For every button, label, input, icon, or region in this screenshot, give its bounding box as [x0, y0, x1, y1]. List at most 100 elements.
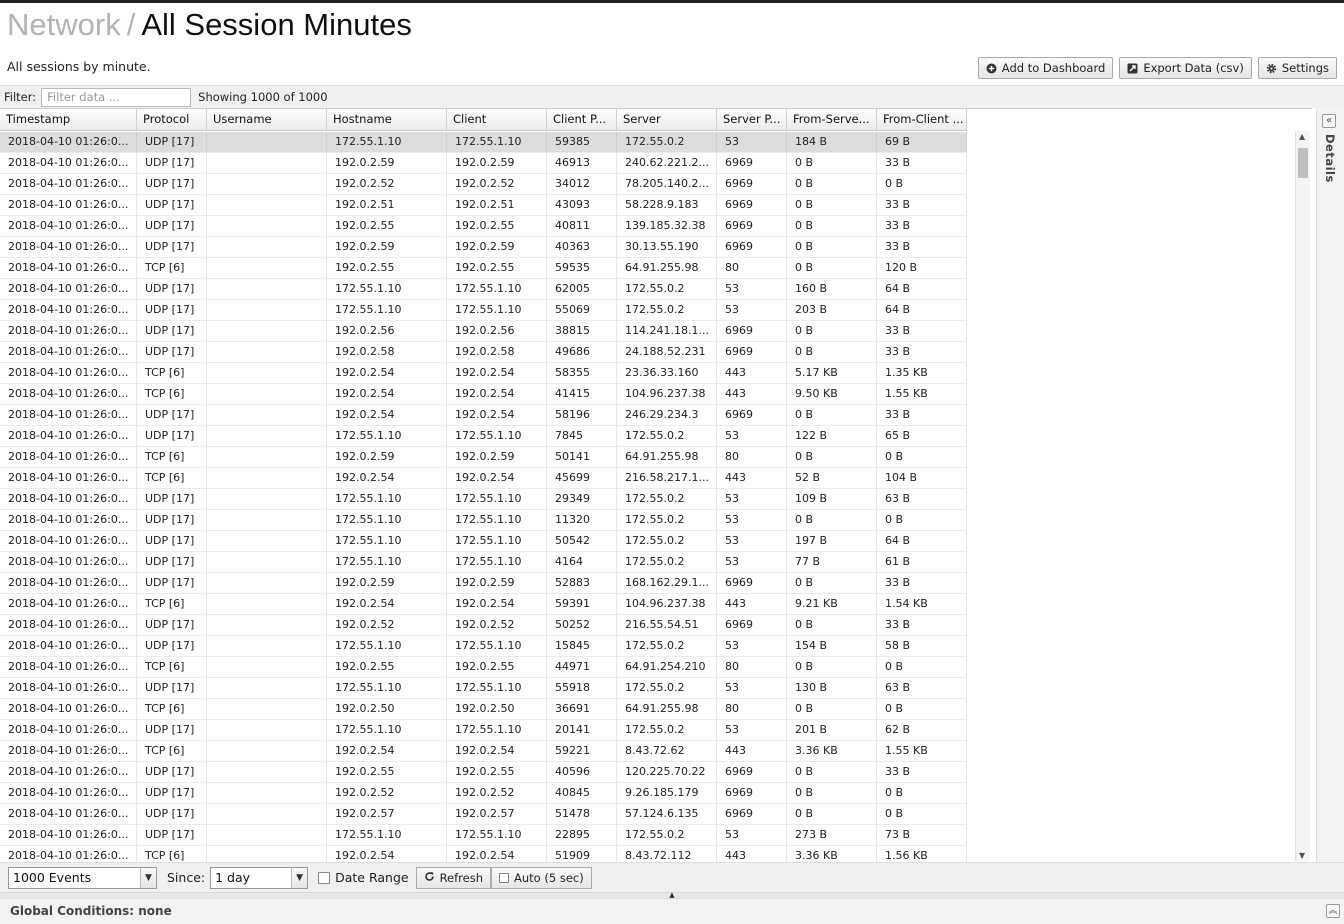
- cell-client: 172.55.1.10: [447, 552, 547, 572]
- column-header-username[interactable]: Username: [207, 109, 327, 131]
- refresh-button[interactable]: Refresh: [415, 866, 492, 889]
- table-row[interactable]: 2018-04-10 01:26:0... TCP [6] 192.0.2.55 19…: [0, 258, 967, 279]
- column-header-client[interactable]: Client: [447, 109, 547, 131]
- table-row[interactable]: 2018-04-10 01:26:0... TCP [6] 192.0.2.54 19…: [0, 468, 967, 489]
- table-row[interactable]: 2018-04-10 01:26:0... UDP [17] 192.0.2.54 1…: [0, 405, 967, 426]
- column-header-server[interactable]: Server: [617, 109, 717, 131]
- cell-username: [207, 783, 327, 803]
- scroll-up-icon[interactable]: ▲: [1299, 132, 1305, 141]
- table-row[interactable]: 2018-04-10 01:26:0... UDP [17] 192.0.2.58 1…: [0, 342, 967, 363]
- table-row[interactable]: 2018-04-10 01:26:0... UDP [17] 172.55.1.10…: [0, 132, 967, 153]
- cell-protocol: TCP [6]: [137, 699, 207, 719]
- cell-client-port: 59535: [547, 258, 617, 278]
- table-row[interactable]: 2018-04-10 01:26:0... TCP [6] 192.0.2.59 19…: [0, 447, 967, 468]
- cell-username: [207, 132, 327, 152]
- expand-details-icon[interactable]: «: [1322, 114, 1336, 128]
- table-row[interactable]: 2018-04-10 01:26:0... UDP [17] 172.55.1.10…: [0, 678, 967, 699]
- table-row[interactable]: 2018-04-10 01:26:0... UDP [17] 172.55.1.10…: [0, 300, 967, 321]
- table-row[interactable]: 2018-04-10 01:26:0... UDP [17] 172.55.1.10…: [0, 552, 967, 573]
- bottom-toolbar: 1000 Events ▼ Since: 1 day ▼ Date Range …: [0, 862, 1344, 892]
- cell-timestamp: 2018-04-10 01:26:0...: [0, 258, 137, 278]
- table-row[interactable]: 2018-04-10 01:26:0... UDP [17] 172.55.1.10…: [0, 489, 967, 510]
- column-header-from-client[interactable]: From-Client ...: [877, 109, 967, 131]
- column-header-client-port[interactable]: Client P...: [547, 109, 617, 131]
- table-row[interactable]: 2018-04-10 01:26:0... TCP [6] 192.0.2.54 19…: [0, 384, 967, 405]
- breadcrumb-network[interactable]: Network: [7, 7, 121, 43]
- cell-server: 114.241.18.1...: [617, 321, 717, 341]
- cell-timestamp: 2018-04-10 01:26:0...: [0, 657, 137, 677]
- column-header-hostname[interactable]: Hostname: [327, 109, 447, 131]
- grid-scrollbar[interactable]: ▲ ▼: [1295, 131, 1310, 861]
- table-row[interactable]: 2018-04-10 01:26:0... UDP [17] 192.0.2.55 1…: [0, 762, 967, 783]
- filter-input[interactable]: [41, 87, 192, 107]
- cell-timestamp: 2018-04-10 01:26:0...: [0, 321, 137, 341]
- table-row[interactable]: 2018-04-10 01:26:0... UDP [17] 192.0.2.59 1…: [0, 573, 967, 594]
- cell-client: 192.0.2.55: [447, 657, 547, 677]
- column-header-protocol[interactable]: Protocol: [137, 109, 207, 131]
- cell-server-port: 80: [717, 447, 787, 467]
- cell-hostname: 192.0.2.54: [327, 384, 447, 404]
- cell-protocol: UDP [17]: [137, 804, 207, 824]
- settings-button[interactable]: Settings: [1257, 57, 1337, 79]
- table-row[interactable]: 2018-04-10 01:26:0... UDP [17] 192.0.2.52 1…: [0, 783, 967, 804]
- details-label[interactable]: Details: [1323, 134, 1337, 183]
- table-row[interactable]: 2018-04-10 01:26:0... TCP [6] 192.0.2.55 19…: [0, 657, 967, 678]
- cell-from-client: 33 B: [877, 237, 967, 257]
- date-range-checkbox[interactable]: [318, 871, 331, 884]
- cell-from-client: 1.35 KB: [877, 363, 967, 383]
- cell-protocol: UDP [17]: [137, 300, 207, 320]
- column-header-timestamp[interactable]: Timestamp: [0, 109, 137, 131]
- export-csv-button[interactable]: Export Data (csv): [1119, 57, 1252, 79]
- table-row[interactable]: 2018-04-10 01:26:0... UDP [17] 172.55.1.10…: [0, 636, 967, 657]
- cell-server: 64.91.254.210: [617, 657, 717, 677]
- cell-client: 192.0.2.54: [447, 594, 547, 614]
- cell-client-port: 34012: [547, 174, 617, 194]
- details-panel: « Details: [1316, 108, 1344, 862]
- table-row[interactable]: 2018-04-10 01:26:0... UDP [17] 172.55.1.10…: [0, 531, 967, 552]
- cell-username: [207, 846, 327, 862]
- table-row[interactable]: 2018-04-10 01:26:0... UDP [17] 192.0.2.51 1…: [0, 195, 967, 216]
- scrollbar-thumb[interactable]: [1298, 148, 1308, 178]
- table-row[interactable]: 2018-04-10 01:26:0... UDP [17] 192.0.2.57 1…: [0, 804, 967, 825]
- cell-hostname: 172.55.1.10: [327, 510, 447, 530]
- table-row[interactable]: 2018-04-10 01:26:0... TCP [6] 192.0.2.54 19…: [0, 846, 967, 862]
- events-limit-select[interactable]: 1000 Events ▼: [8, 866, 157, 889]
- table-row[interactable]: 2018-04-10 01:26:0... TCP [6] 192.0.2.54 19…: [0, 594, 967, 615]
- double-chevron-icon[interactable]: ︽: [1326, 904, 1340, 918]
- table-row[interactable]: 2018-04-10 01:26:0... UDP [17] 192.0.2.56 1…: [0, 321, 967, 342]
- table-row[interactable]: 2018-04-10 01:26:0... UDP [17] 172.55.1.10…: [0, 510, 967, 531]
- cell-hostname: 192.0.2.59: [327, 237, 447, 257]
- table-row[interactable]: 2018-04-10 01:26:0... UDP [17] 172.55.1.10…: [0, 426, 967, 447]
- table-row[interactable]: 2018-04-10 01:26:0... UDP [17] 172.55.1.10…: [0, 720, 967, 741]
- table-row[interactable]: 2018-04-10 01:26:0... UDP [17] 172.55.1.10…: [0, 825, 967, 846]
- cell-username: [207, 195, 327, 215]
- column-header-from-server[interactable]: From-Serve...: [787, 109, 877, 131]
- table-row[interactable]: 2018-04-10 01:26:0... UDP [17] 192.0.2.59 1…: [0, 237, 967, 258]
- table-row[interactable]: 2018-04-10 01:26:0... UDP [17] 192.0.2.55 1…: [0, 216, 967, 237]
- cell-server-port: 443: [717, 741, 787, 761]
- table-row[interactable]: 2018-04-10 01:26:0... UDP [17] 192.0.2.52 1…: [0, 174, 967, 195]
- auto-refresh-checkbox[interactable]: [499, 872, 510, 883]
- table-row[interactable]: 2018-04-10 01:26:0... TCP [6] 192.0.2.50 19…: [0, 699, 967, 720]
- column-header-server-port[interactable]: Server P...: [717, 109, 787, 131]
- cell-client: 192.0.2.54: [447, 363, 547, 383]
- auto-refresh-toggle[interactable]: Auto (5 sec): [491, 866, 592, 889]
- table-row[interactable]: 2018-04-10 01:26:0... TCP [6] 192.0.2.54 19…: [0, 741, 967, 762]
- cell-server-port: 6969: [717, 237, 787, 257]
- add-to-dashboard-button[interactable]: Add to Dashboard: [977, 57, 1114, 79]
- table-row[interactable]: 2018-04-10 01:26:0... UDP [17] 192.0.2.52 1…: [0, 615, 967, 636]
- scroll-down-icon[interactable]: ▼: [1299, 851, 1305, 860]
- global-conditions-title[interactable]: Global Conditions: none: [10, 904, 172, 918]
- table-row[interactable]: 2018-04-10 01:26:0... UDP [17] 192.0.2.59 1…: [0, 153, 967, 174]
- cell-hostname: 192.0.2.52: [327, 174, 447, 194]
- since-select[interactable]: 1 day ▼: [210, 866, 309, 889]
- table-row[interactable]: 2018-04-10 01:26:0... TCP [6] 192.0.2.54 19…: [0, 363, 967, 384]
- cell-from-server: 0 B: [787, 342, 877, 362]
- cell-username: [207, 594, 327, 614]
- cell-client-port: 50252: [547, 615, 617, 635]
- cell-protocol: UDP [17]: [137, 153, 207, 173]
- date-range-toggle[interactable]: Date Range: [318, 870, 409, 885]
- table-row[interactable]: 2018-04-10 01:26:0... UDP [17] 172.55.1.10…: [0, 279, 967, 300]
- cell-from-server: 0 B: [787, 195, 877, 215]
- cell-client-port: 38815: [547, 321, 617, 341]
